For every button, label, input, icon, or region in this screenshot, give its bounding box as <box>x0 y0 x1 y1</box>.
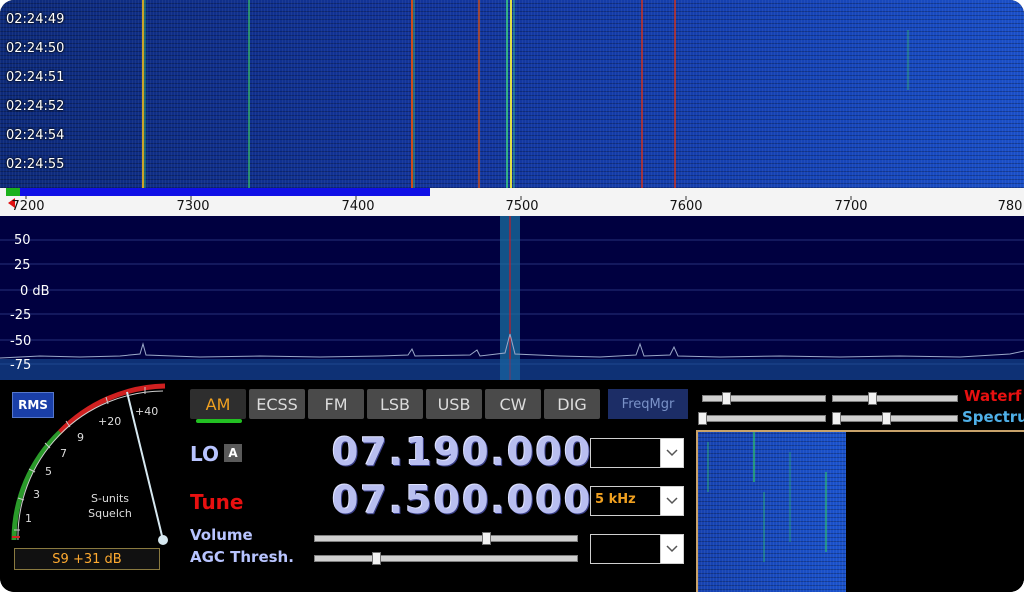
meter-scale-label: +40 <box>135 405 158 418</box>
frequency-tick-label: 7600 <box>669 199 703 214</box>
mode-usb-button[interactable]: USB <box>426 389 482 419</box>
frequency-axis[interactable]: 7200 7300 7400 7500 7600 7700 780 <box>0 188 1024 217</box>
time-label: 02:24:49 <box>6 12 65 27</box>
chevron-down-icon[interactable] <box>660 535 683 563</box>
meter-scale-label: 7 <box>60 447 67 460</box>
mode-am-button[interactable]: AM <box>190 389 246 419</box>
sdr-window: 02:24:49 02:24:50 02:24:51 02:24:52 02:2… <box>0 0 1024 592</box>
mode-cw-button[interactable]: CW <box>485 389 541 419</box>
spectrum-contrast-slider[interactable] <box>698 412 826 425</box>
slider-thumb[interactable] <box>832 412 841 425</box>
slider-track <box>832 395 958 402</box>
freqmgr-button[interactable]: FreqMgr <box>608 389 688 419</box>
frequency-tick-label: 7400 <box>341 199 375 214</box>
mode-dig-button[interactable]: DIG <box>544 389 600 419</box>
mode-fm-button[interactable]: FM <box>308 389 364 419</box>
meter-scale-label: +20 <box>98 415 121 428</box>
noise-floor <box>0 359 1024 380</box>
volume-slider-thumb[interactable] <box>482 532 491 545</box>
waterfall-brightness-slider[interactable] <box>832 392 958 405</box>
time-label: 02:24:55 <box>6 157 65 172</box>
db-label: -75 <box>10 358 32 373</box>
slider-thumb[interactable] <box>882 412 891 425</box>
spectrum-display[interactable]: 50 25 0 dB -25 -50 -75 <box>0 216 1024 380</box>
db-label: 0 dB <box>20 284 50 299</box>
active-mode-indicator <box>196 419 242 423</box>
meter-scale-label: 1 <box>25 512 32 525</box>
mode-ecss-button[interactable]: ECSS <box>249 389 305 419</box>
slider-thumb[interactable] <box>722 392 731 405</box>
step-dropdown[interactable]: 5 kHz <box>590 486 684 516</box>
spectrum-brightness-slider[interactable] <box>832 412 958 425</box>
tune-frequency-display[interactable]: 07.500.000 <box>332 478 592 522</box>
meter-caption: S-units <box>91 492 129 505</box>
chevron-down-icon[interactable] <box>660 439 683 467</box>
time-label: 02:24:52 <box>6 99 65 114</box>
waterfall-signals <box>142 0 909 188</box>
time-label: 02:24:50 <box>6 41 65 56</box>
lo-label: LO <box>190 442 220 466</box>
spectrum-settings-label: Spectru <box>962 408 1024 426</box>
slider-thumb[interactable] <box>698 412 707 425</box>
agc-dropdown[interactable] <box>590 534 684 564</box>
db-label: -25 <box>10 308 32 323</box>
tune-label: Tune <box>190 490 244 514</box>
frequency-tick-label: 780 <box>997 199 1023 214</box>
volume-slider[interactable] <box>314 532 578 545</box>
step-dropdown-value: 5 kHz <box>595 492 636 507</box>
waterfall-settings-label: Waterf <box>964 387 1022 405</box>
lo-frequency-display[interactable]: 07.190.000 <box>332 430 592 474</box>
signal-readout: S9 +31 dB <box>14 548 160 570</box>
slider-thumb[interactable] <box>868 392 877 405</box>
frequency-tick-label: 7700 <box>834 199 868 214</box>
spectrum-plot <box>0 216 1024 380</box>
zoomed-waterfall[interactable] <box>696 430 1024 592</box>
mode-lsb-button[interactable]: LSB <box>367 389 423 419</box>
slider-track <box>698 415 826 422</box>
db-label: 50 <box>14 233 31 248</box>
meter-scale-label: 5 <box>45 465 52 478</box>
chevron-down-icon[interactable] <box>660 487 683 515</box>
frequency-tick-label: 7300 <box>176 199 210 214</box>
zoomed-waterfall-signals <box>707 432 827 562</box>
agc-threshold-slider[interactable] <box>314 552 578 565</box>
frequency-tick-label: 7200 <box>11 199 45 214</box>
agc-threshold-label: AGC Thresh. <box>190 548 294 566</box>
time-label: 02:24:54 <box>6 128 65 143</box>
agc-slider-thumb[interactable] <box>372 552 381 565</box>
signal-meter: 1 3 5 7 9 +20 +40 S-units Squelch <box>11 383 168 545</box>
meter-scale-label: 3 <box>33 488 40 501</box>
db-label: 25 <box>14 258 31 273</box>
slider-track <box>314 535 578 542</box>
waterfall-display[interactable]: 02:24:49 02:24:50 02:24:51 02:24:52 02:2… <box>0 0 1024 188</box>
slider-track <box>832 415 958 422</box>
slider-track <box>702 395 826 402</box>
db-label: -50 <box>10 334 32 349</box>
slider-track <box>314 555 578 562</box>
meter-scale-label: 9 <box>77 431 84 444</box>
time-label: 02:24:51 <box>6 70 65 85</box>
lo-dropdown[interactable] <box>590 438 684 468</box>
waterfall-contrast-slider[interactable] <box>702 392 826 405</box>
volume-label: Volume <box>190 526 253 544</box>
meter-caption: Squelch <box>88 507 132 520</box>
frequency-tick-label: 7500 <box>505 199 539 214</box>
meter-needle-pivot <box>158 535 168 545</box>
lo-a-button[interactable]: A <box>224 444 242 462</box>
